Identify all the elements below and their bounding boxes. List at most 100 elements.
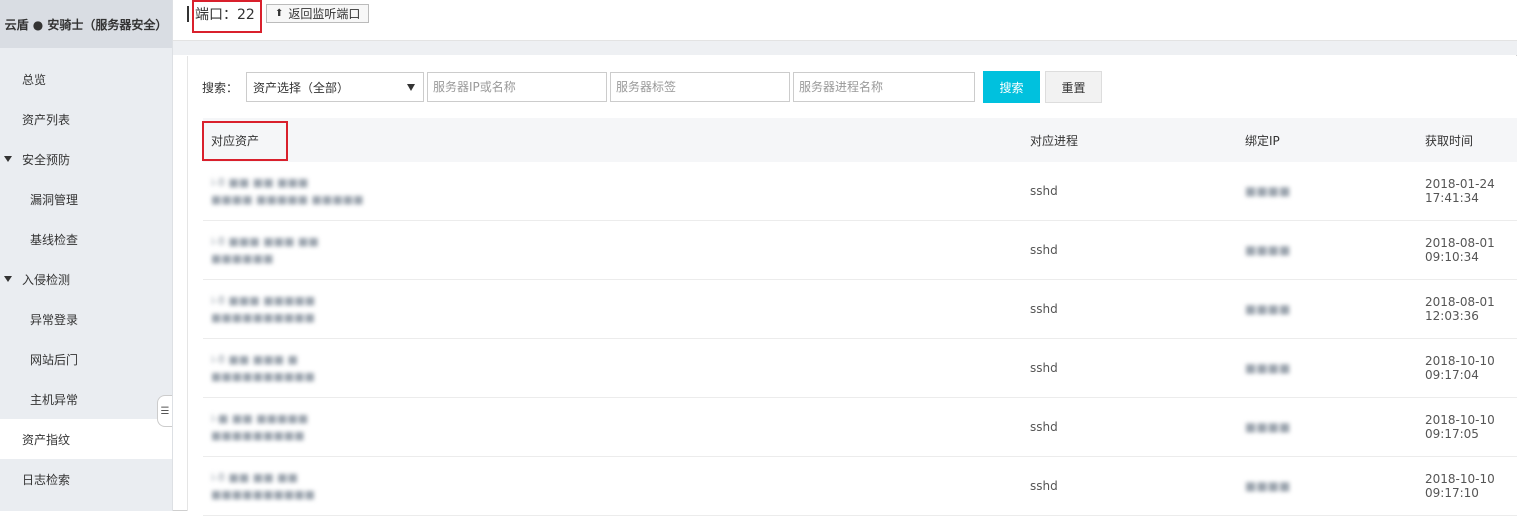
back-to-listen-ports-button[interactable]: ⬆ 返回监听端口: [266, 4, 370, 23]
sidebar-item-label: 总览: [22, 72, 47, 87]
table-row: i-■ ■■ ■■■■■ ■■■■■■■■■ sshd ■■■■ 2018-10-…: [203, 397, 1517, 457]
cell-ip: ■■■■: [1237, 338, 1417, 398]
caret-down-icon: [4, 276, 12, 282]
asset-id: i-8 ■■ ■■■ ■: [211, 353, 298, 366]
cell-ip: ■■■■: [1237, 162, 1417, 221]
sidebar-item-label: 异常登录: [30, 312, 79, 327]
cell-time: 2018-10-10 09:17:10: [1417, 456, 1517, 516]
cell-asset[interactable]: i-8 ■■■ ■■■■■ ■■■■■■■■■■: [203, 279, 1022, 339]
ip-value: ■■■■: [1245, 184, 1291, 198]
sidebar-item-webshell[interactable]: 网站后门: [0, 339, 172, 379]
top-bar: 端口：22: [173, 0, 1517, 41]
sidebar-item-abnormal-login[interactable]: 异常登录: [0, 299, 172, 339]
table-header-row: 对应资产 对应进程 绑定IP 获取时间: [203, 118, 1517, 162]
cell-process: sshd: [1022, 279, 1237, 339]
ip-value: ■■■■: [1245, 302, 1291, 316]
col-header-process: 对应进程: [1030, 133, 1079, 148]
asset-id: i-■ ■■ ■■■■■: [211, 412, 309, 425]
cell-process: sshd: [1022, 162, 1237, 221]
ip-value: ■■■■: [1245, 361, 1291, 375]
sidebar-item-host-abnormal[interactable]: 主机异常: [0, 379, 172, 419]
reset-button[interactable]: 重置: [1045, 71, 1103, 103]
sidebar-item-baseline[interactable]: 基线检查: [0, 219, 172, 259]
asset-id: i-8 ■■ ■■ ■■■: [211, 176, 309, 189]
ip-value: ■■■■: [1245, 479, 1291, 493]
back-button-label: 返回监听端口: [288, 7, 361, 21]
sidebar-item-label: 资产指纹: [22, 432, 71, 447]
asset-name: ■■■■■■■■■: [211, 429, 305, 442]
cell-asset[interactable]: i-8 ■■■ ■■■ ■■ ■■■■■■: [203, 220, 1022, 280]
collapse-icon: ☰: [160, 405, 170, 417]
dropdown-arrow-icon: [407, 84, 416, 91]
asset-name: ■■■■■■■■■■: [211, 370, 315, 383]
table-row: i-8 ■■ ■■ ■■■ ■■■■ ■■■■■ ■■■■■ sshd ■■■■ …: [203, 162, 1517, 221]
cell-process: sshd: [1022, 456, 1237, 516]
cell-asset[interactable]: i-8 ■■ ■■■ ■ ■■■■■■■■■■: [203, 338, 1022, 398]
ip-value: ■■■■: [1245, 420, 1291, 434]
sidebar-item-label: 安全预防: [22, 152, 71, 167]
asset-name: ■■■■■■■■■■: [211, 311, 315, 324]
cell-ip: ■■■■: [1237, 279, 1417, 339]
asset-id: i-8 ■■■ ■■■■■: [211, 294, 316, 307]
table-row: i-8 ■■ ■■ ■■ ■■■■■■■■■■ sshd ■■■■ 2018-10…: [203, 456, 1517, 516]
cell-time: 2018-10-10 09:17:05: [1417, 397, 1517, 457]
sidebar-item-label: 资产列表: [22, 112, 71, 127]
cell-asset[interactable]: i-■ ■■ ■■■■■ ■■■■■■■■■: [203, 397, 1022, 457]
cell-time: 2018-01-24 17:41:34: [1417, 162, 1517, 221]
cell-ip: ■■■■: [1237, 397, 1417, 457]
asset-name: ■■■■ ■■■■■ ■■■■■: [211, 193, 364, 206]
caret-down-icon: [4, 156, 12, 162]
cell-asset[interactable]: i-8 ■■ ■■ ■■ ■■■■■■■■■■: [203, 456, 1022, 516]
server-tag-input[interactable]: [610, 72, 791, 102]
asset-id: i-8 ■■■ ■■■ ■■: [211, 235, 319, 248]
sidebar-item-vuln[interactable]: 漏洞管理: [0, 179, 172, 219]
col-header-time: 获取时间: [1425, 133, 1474, 148]
cell-time: 2018-08-01 12:03:36: [1417, 279, 1517, 339]
cell-time: 2018-10-10 09:17:04: [1417, 338, 1517, 398]
server-process-input[interactable]: [793, 72, 976, 102]
sidebar-collapse-handle[interactable]: ☰: [157, 395, 172, 427]
table-row: i-8 ■■■ ■■■■■ ■■■■■■■■■■ sshd ■■■■ 2018-0…: [203, 279, 1517, 339]
sidebar-group-prevention[interactable]: 安全预防: [0, 139, 172, 179]
search-button[interactable]: 搜索: [983, 71, 1041, 103]
ip-value: ■■■■: [1245, 243, 1291, 257]
table-row: i-8 ■■ ■■■ ■ ■■■■■■■■■■ sshd ■■■■ 2018-10…: [203, 338, 1517, 398]
sidebar-item-asset-fingerprint[interactable]: 资产指纹: [0, 419, 172, 459]
sidebar-item-asset-list[interactable]: 资产列表: [0, 99, 172, 139]
sidebar-item-label: 网站后门: [30, 352, 79, 367]
cell-asset[interactable]: i-8 ■■ ■■ ■■■ ■■■■ ■■■■■ ■■■■■: [203, 162, 1022, 221]
sidebar-item-label: 主机异常: [30, 392, 79, 407]
cell-process: sshd: [1022, 397, 1237, 457]
content-gap: [173, 41, 1517, 55]
sidebar-item-label: 漏洞管理: [30, 192, 79, 207]
main-panel: 搜索： 资产选择（全部） 搜索 重置 对应资产 对应进程 绑定IP 获取时间 i…: [187, 56, 1517, 516]
arrow-up-icon: ⬆: [275, 8, 284, 19]
sidebar-group-intrusion[interactable]: 入侵检测: [0, 259, 172, 299]
cell-ip: ■■■■: [1237, 220, 1417, 280]
fingerprint-table: 对应资产 对应进程 绑定IP 获取时间 i-8 ■■ ■■ ■■■ ■■■■ ■■…: [203, 118, 1517, 516]
col-header-asset: 对应资产: [211, 133, 260, 148]
brand-title: 云盾 ● 安骑士（服务器安全）: [0, 0, 172, 48]
server-ip-input[interactable]: [427, 72, 608, 102]
highlight-box-asset-column: [202, 121, 288, 161]
asset-name: ■■■■■■■■■■: [211, 488, 315, 501]
cell-time: 2018-08-01 09:10:34: [1417, 220, 1517, 280]
asset-select-value: 资产选择（全部）: [253, 80, 350, 95]
sidebar-nav: 总览 资产列表 安全预防 漏洞管理 基线检查 入侵检测 异常登录 网站后门 主机…: [0, 59, 172, 499]
sidebar-item-log-search[interactable]: 日志检索: [0, 459, 172, 499]
sidebar-item-overview[interactable]: 总览: [0, 59, 172, 99]
cell-process: sshd: [1022, 220, 1237, 280]
highlight-box-port: [192, 0, 262, 33]
sidebar-item-label: 日志检索: [22, 472, 71, 487]
sidebar: 云盾 ● 安骑士（服务器安全） 总览 资产列表 安全预防 漏洞管理 基线检查 入…: [0, 0, 173, 511]
table-row: i-8 ■■■ ■■■ ■■ ■■■■■■ sshd ■■■■ 2018-08-0…: [203, 220, 1517, 280]
cell-ip: ■■■■: [1237, 456, 1417, 516]
search-label: 搜索：: [202, 80, 239, 95]
sidebar-item-label: 入侵检测: [22, 272, 71, 287]
asset-name: ■■■■■■: [211, 252, 274, 265]
search-bar: 搜索： 资产选择（全部） 搜索 重置: [202, 71, 1103, 103]
col-header-ip: 绑定IP: [1245, 133, 1280, 148]
asset-select[interactable]: 资产选择（全部）: [246, 72, 425, 102]
cell-process: sshd: [1022, 338, 1237, 398]
title-marker: [187, 6, 189, 22]
